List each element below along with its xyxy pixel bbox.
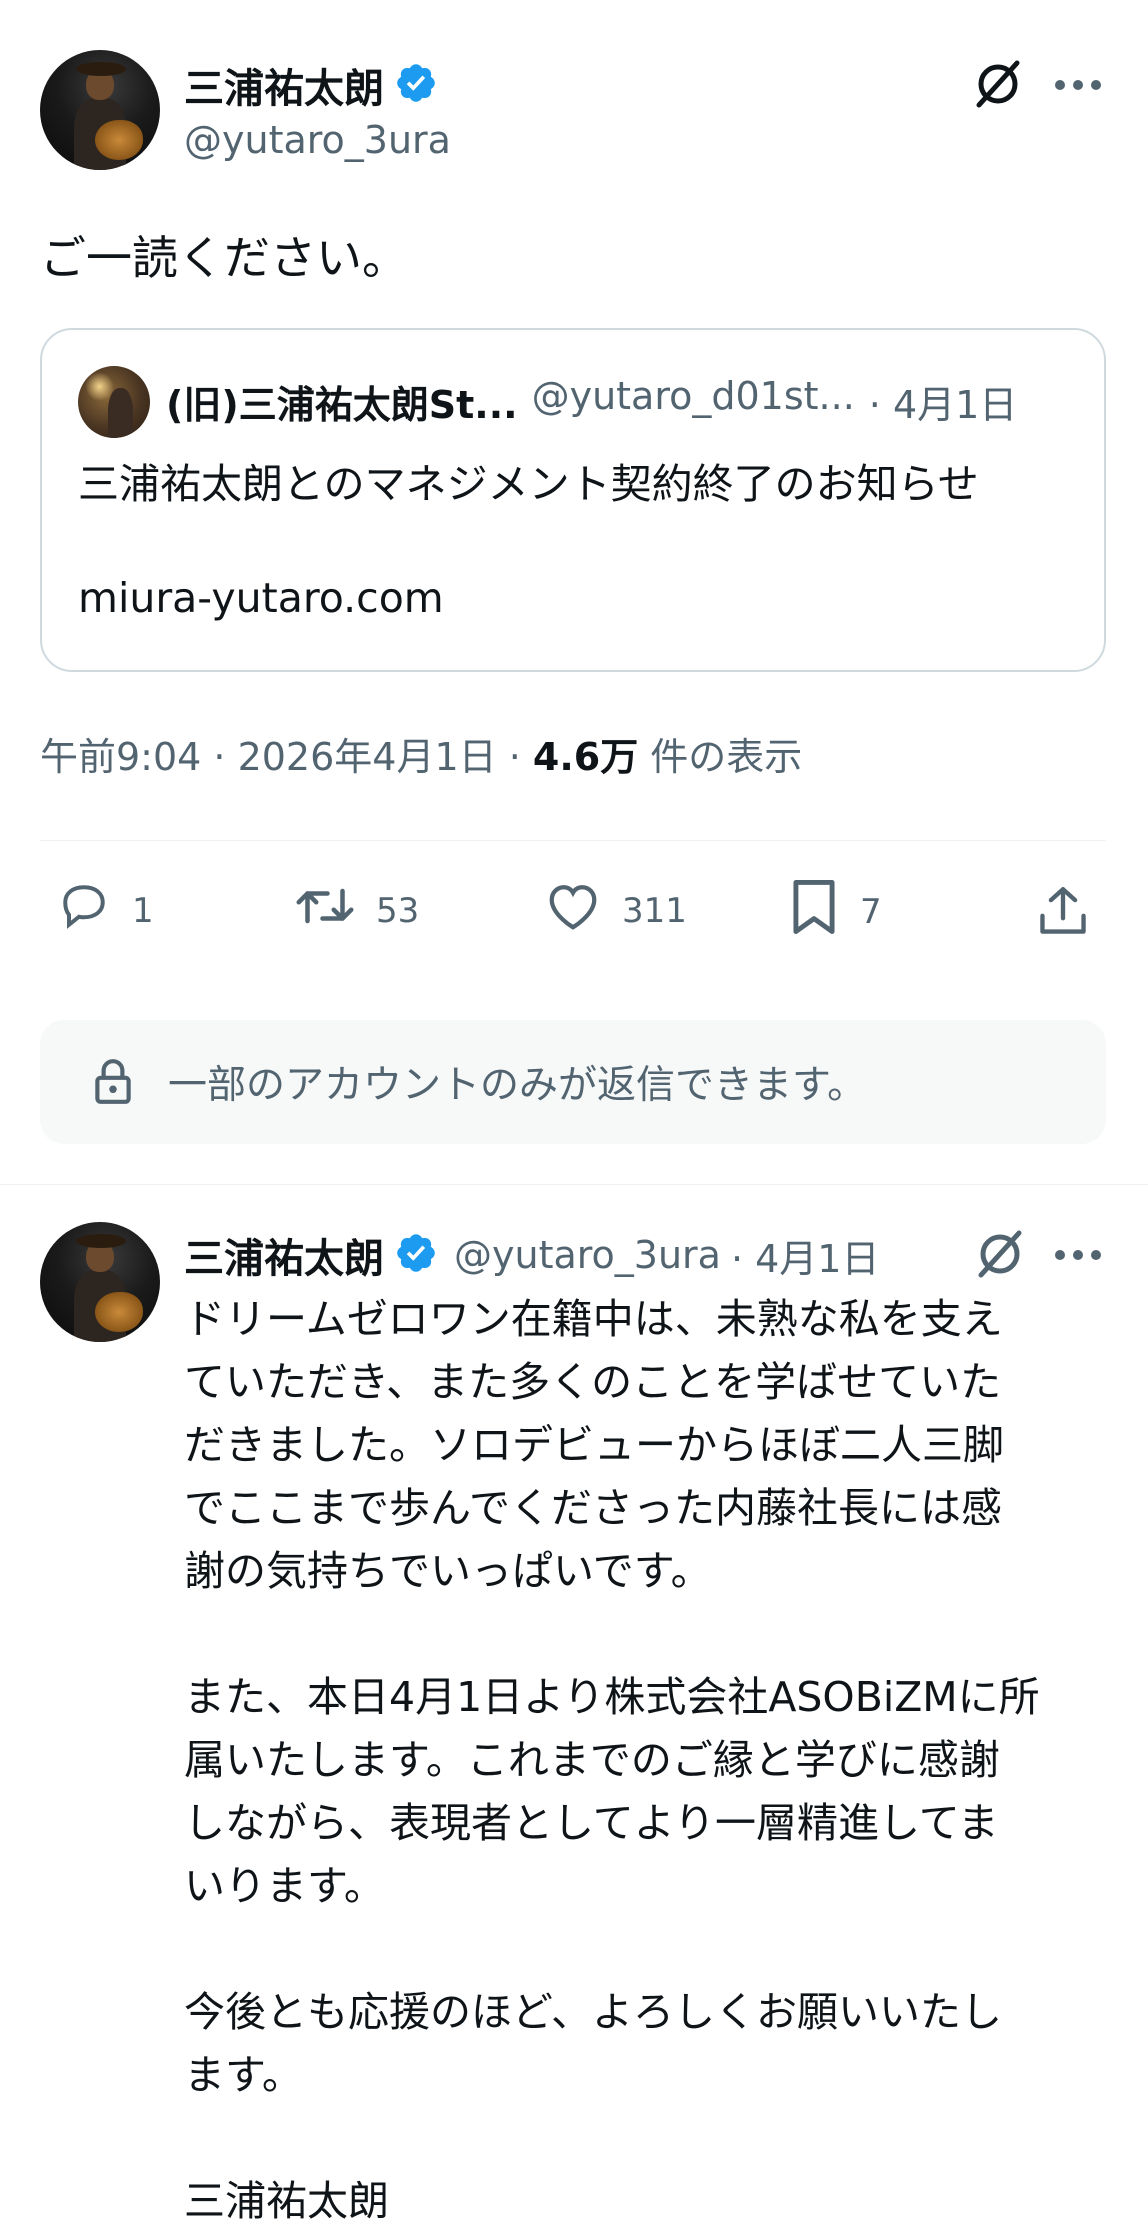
divider [40, 840, 1106, 841]
tweet-text: ご一読ください。 [40, 231, 408, 285]
reply-tweet-text: ドリームゼロワン在籍中は、未熟な私を支え ていただき、また多くのことを学ばせてい… [184, 1295, 1040, 2225]
more-dots-icon[interactable] [1048, 60, 1108, 110]
reply-author-name[interactable]: 三浦祐太朗 [184, 1226, 384, 1284]
quoted-avatar [78, 366, 150, 438]
reply-more-dots-icon[interactable] [1048, 1230, 1108, 1280]
reply-restriction-notice: 一部のアカウントのみが返信できます。 [40, 1020, 1106, 1144]
quoted-author-handle: @yutaro_d01st... [531, 374, 855, 418]
reply-date[interactable]: · 4月1日 [731, 1228, 880, 1283]
retweet-button[interactable]: 53 [292, 876, 419, 945]
quoted-text: 三浦祐太朗とのマネジメント契約終了のお知らせ [78, 460, 979, 508]
reply-button[interactable]: 1 [54, 876, 154, 945]
tweet-meta: 午前9:04 · 2026年4月1日 · 4.6万 件の表示 [40, 726, 802, 781]
views-count: 4.6万 [532, 735, 639, 779]
reply-author-avatar[interactable] [40, 1222, 160, 1342]
bookmark-icon [786, 876, 842, 947]
author-name[interactable]: 三浦祐太朗 [184, 56, 384, 114]
like-button[interactable]: 311 [542, 876, 687, 945]
bookmark-count: 7 [860, 891, 882, 932]
reply-restriction-text: 一部のアカウントのみが返信できます。 [168, 1063, 867, 1108]
author-handle[interactable]: @yutaro_3ura [184, 118, 451, 162]
verified-badge-icon [394, 61, 438, 109]
reply-count: 1 [132, 890, 154, 931]
quoted-link[interactable]: miura-yutaro.com [78, 574, 444, 622]
reply-grok-icon[interactable] [968, 1222, 1032, 1286]
views-label: 件の表示 [638, 735, 803, 779]
share-icon[interactable] [1028, 876, 1098, 946]
tweet-timestamp[interactable]: 午前9:04 · 2026年4月1日 · [40, 735, 533, 779]
retweet-icon [292, 876, 358, 945]
reply-author-handle[interactable]: @yutaro_3ura [454, 1233, 721, 1277]
reply-icon [54, 876, 114, 945]
retweet-count: 53 [376, 890, 420, 931]
verified-badge-icon [394, 1231, 438, 1279]
like-count: 311 [622, 890, 687, 931]
section-divider [0, 1184, 1148, 1185]
author-avatar[interactable] [40, 50, 160, 170]
lock-icon [92, 1057, 134, 1107]
grok-icon[interactable] [966, 52, 1030, 116]
quoted-tweet-card[interactable]: (旧)三浦祐太朗St... @yutaro_d01st... · 4月1日 三浦… [40, 328, 1106, 672]
quoted-author-name: (旧)三浦祐太朗St... [166, 383, 518, 427]
bookmark-button[interactable]: 7 [786, 876, 882, 947]
heart-icon [542, 876, 604, 945]
quoted-date: · 4月1日 [868, 383, 1018, 427]
